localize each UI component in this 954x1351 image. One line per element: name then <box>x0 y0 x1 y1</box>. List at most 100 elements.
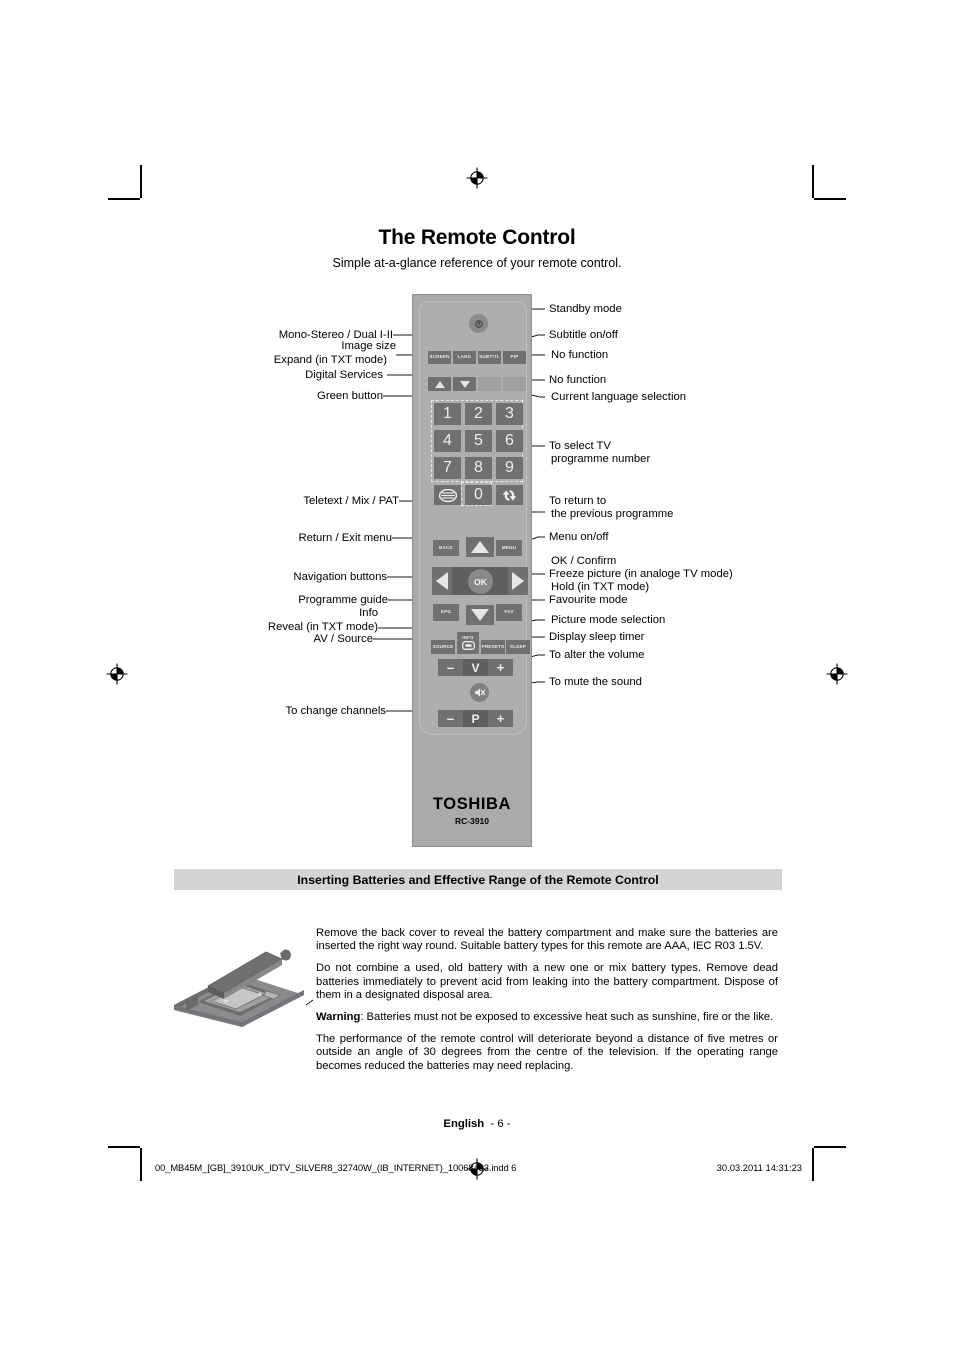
button-epg[interactable]: EPG <box>433 604 459 621</box>
button-teletext[interactable] <box>434 485 461 505</box>
callout-menu-onoff: Menu on/off <box>549 531 608 544</box>
swap-programme-icon <box>502 489 517 501</box>
remote-model: RC-3910 <box>454 816 490 826</box>
volume-label-text: V <box>471 660 480 675</box>
numpad-key-2[interactable]: 2 <box>465 403 492 425</box>
callout-favourite-mode: Favourite mode <box>549 594 628 607</box>
volume-down-button[interactable]: – <box>438 659 463 676</box>
button-pip[interactable]: PIP <box>503 351 526 364</box>
volume-up-label: + <box>496 660 505 675</box>
standby-power-button[interactable] <box>469 314 488 333</box>
button-info-label: INFO <box>462 634 474 640</box>
nav-right-icon <box>512 572 524 590</box>
button-presets[interactable]: PRESETS <box>481 640 505 654</box>
button-no-function-2[interactable] <box>503 377 526 391</box>
button-green[interactable] <box>453 377 476 391</box>
button-nav-right[interactable] <box>508 567 528 595</box>
button-lang-label: LANG <box>457 354 472 360</box>
callout-programme-guide-text: Programme guide <box>298 594 388 606</box>
button-ok[interactable]: OK <box>468 569 493 594</box>
programme-up-button[interactable]: + <box>488 710 513 727</box>
button-sleep-label: SLEEP <box>509 643 527 649</box>
button-digital-services-up[interactable] <box>428 377 451 391</box>
nav-left-icon <box>436 572 448 590</box>
button-pip-label: PIP <box>510 354 519 360</box>
callout-image-size-text: Image size <box>341 340 396 352</box>
button-presets-label: PRESETS <box>481 643 505 649</box>
numpad-key-9[interactable]: 9 <box>496 457 523 479</box>
triangle-down-icon <box>459 380 470 388</box>
button-subtitle-label: SUBTITL <box>479 354 500 360</box>
callout-mute-sound-text: To mute the sound <box>549 676 642 688</box>
programme-label: P <box>463 710 488 727</box>
callout-alter-volume: To alter the volume <box>549 649 644 662</box>
button-lang[interactable]: LANG <box>453 351 476 364</box>
registration-mark-right <box>826 663 848 685</box>
numpad-key-8[interactable]: 8 <box>465 457 492 479</box>
callout-change-channels-text: To change channels <box>285 705 387 717</box>
numpad-key-5[interactable]: 5 <box>465 430 492 452</box>
callout-standby-text: Standby mode <box>549 303 622 315</box>
callout-picture-mode-text: Picture mode selection <box>551 614 666 626</box>
nav-down-icon <box>471 609 489 621</box>
page-footer: English - 6 - <box>0 1118 954 1130</box>
button-no-function-1[interactable] <box>478 377 501 391</box>
numpad-key-7[interactable]: 7 <box>434 457 461 479</box>
crop-mark-top-left-v <box>140 165 142 198</box>
callout-sleep-timer-text: Display sleep timer <box>549 631 645 643</box>
mute-icon <box>474 688 485 697</box>
numpad-key-3[interactable]: 3 <box>496 403 523 425</box>
numpad-key-7-label: 7 <box>443 459 452 476</box>
callout-return-exit-text: Return / Exit menu <box>298 532 392 544</box>
callout-alter-volume-text: To alter the volume <box>549 649 645 661</box>
callout-picture-mode: Picture mode selection <box>551 614 665 627</box>
numpad-key-6[interactable]: 6 <box>496 430 523 452</box>
remote-brand: TOSHIBA <box>432 795 512 813</box>
callout-info: Info <box>133 607 378 620</box>
button-nav-up[interactable] <box>466 537 494 557</box>
button-subtitle[interactable]: SUBTITL <box>478 351 501 364</box>
button-ok-label: OK <box>474 576 487 587</box>
numpad-key-1[interactable]: 1 <box>434 403 461 425</box>
crop-mark-bottom-right-v <box>812 1148 814 1181</box>
button-source[interactable]: SOURCE <box>431 640 455 654</box>
volume-rocker[interactable]: – V + <box>438 659 513 676</box>
button-info[interactable]: INFO <box>457 632 479 654</box>
crop-mark-bottom-left-v <box>140 1148 142 1181</box>
button-zero[interactable]: 0 <box>465 485 492 505</box>
callout-return-exit: Return / Exit menu <box>133 532 392 545</box>
programme-rocker[interactable]: – P + <box>438 710 513 727</box>
manual-page: The Remote Control Simple at-a-glance re… <box>0 0 954 1351</box>
numpad-key-6-label: 6 <box>505 432 514 449</box>
programme-down-button[interactable]: – <box>438 710 463 727</box>
battery-paragraph-4: The performance of the remote control wi… <box>316 1033 778 1072</box>
numpad-key-4[interactable]: 4 <box>434 430 461 452</box>
warning-label: Warning <box>316 1011 361 1024</box>
button-mute[interactable] <box>470 683 489 702</box>
battery-insertion-illustration: + + <box>168 933 308 1028</box>
section-heading: Inserting Batteries and Effective Range … <box>174 869 782 890</box>
volume-up-button[interactable]: + <box>488 659 513 676</box>
footer-timestamp: 30.03.2011 14:31:23 <box>716 1162 802 1173</box>
callout-subtitle: Subtitle on/off <box>549 329 618 342</box>
crop-mark-bottom-left-h <box>108 1146 140 1148</box>
callout-return-prev-1-text: To return to <box>549 495 607 507</box>
button-fav[interactable]: FAV <box>496 604 522 621</box>
callout-current-language-text: Current language selection <box>551 391 687 403</box>
warning-text: : Batteries must not be exposed to exces… <box>360 1011 774 1024</box>
button-nav-left[interactable] <box>432 567 452 595</box>
callout-hold-txt-text: Hold (in TXT mode) <box>551 581 650 593</box>
page-subtitle: Simple at-a-glance reference of your rem… <box>332 256 622 270</box>
button-menu[interactable]: MENU <box>496 540 522 556</box>
button-screen[interactable]: SCREEN <box>428 351 451 364</box>
numpad-key-2-label: 2 <box>474 405 483 422</box>
callout-expand-txt-text: Expand (in TXT mode) <box>273 354 387 366</box>
numpad-key-3-label: 3 <box>505 405 514 422</box>
button-back[interactable]: BACK <box>433 540 459 556</box>
callout-return-prev: To return to <box>549 495 606 508</box>
callout-av-source-text: AV / Source <box>313 633 373 645</box>
button-previous-programme[interactable] <box>496 485 523 505</box>
button-nav-down[interactable] <box>466 605 494 625</box>
callout-return-prev-2-text: the previous programme <box>551 508 674 520</box>
button-sleep[interactable]: SLEEP <box>506 640 530 654</box>
